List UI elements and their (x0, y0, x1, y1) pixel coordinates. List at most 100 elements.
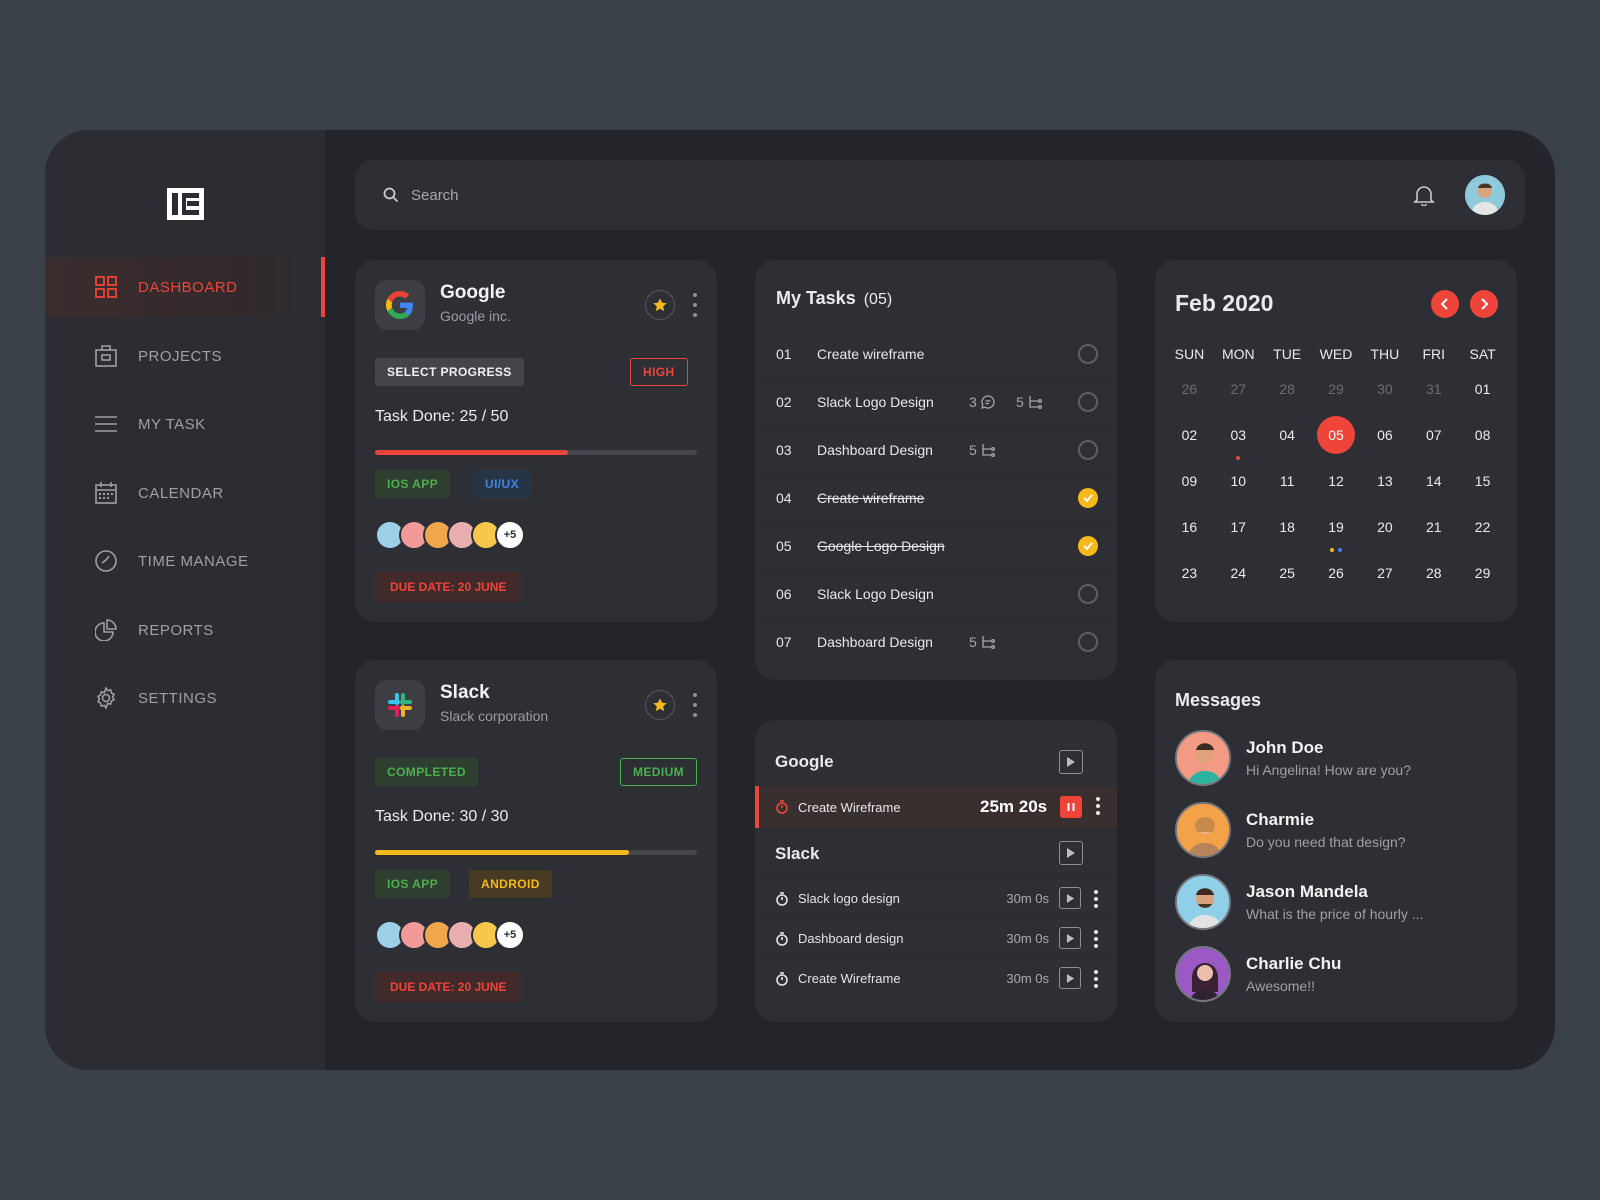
logo-mark (167, 188, 204, 220)
calendar-prev-button[interactable] (1431, 290, 1459, 318)
task-checkbox-checked[interactable] (1078, 487, 1098, 508)
calendar-day[interactable]: 29 (1312, 370, 1361, 408)
task-checkbox[interactable] (1078, 632, 1098, 652)
calendar-day[interactable]: 16 (1165, 508, 1214, 546)
more-options-icon[interactable] (1093, 890, 1099, 908)
calendar-day-with-event[interactable]: 03 (1214, 416, 1263, 460)
more-members-badge[interactable]: +5 (495, 520, 525, 550)
task-checkbox[interactable] (1078, 439, 1098, 460)
task-row[interactable]: 05 Google Logo Design (755, 522, 1117, 570)
sidebar-item-reports[interactable]: REPORTS (45, 600, 325, 660)
timer-icon (776, 892, 788, 906)
calendar-day[interactable]: 13 (1360, 462, 1409, 500)
calendar-day[interactable]: 22 (1458, 508, 1507, 546)
task-number: 03 (776, 441, 792, 458)
calendar-day[interactable]: 12 (1312, 462, 1361, 500)
task-row[interactable]: 02 Slack Logo Design 3 5 (755, 378, 1117, 426)
more-members-badge[interactable]: +5 (495, 920, 525, 950)
calendar-day[interactable]: 01 (1458, 370, 1507, 408)
sidebar-item-dashboard[interactable]: DASHBOARD (45, 257, 325, 317)
task-row[interactable]: 06 Slack Logo Design (755, 570, 1117, 618)
time-entry-value: 30m 0s (1006, 971, 1049, 986)
google-g-icon (386, 291, 413, 319)
task-checkbox[interactable] (1078, 343, 1098, 364)
play-button[interactable] (1059, 750, 1083, 774)
calendar-day[interactable]: 30 (1360, 370, 1409, 408)
calendar-day[interactable]: 27 (1214, 370, 1263, 408)
calendar-day[interactable]: 04 (1263, 416, 1312, 454)
calendar-day[interactable]: 28 (1409, 554, 1458, 592)
clock-icon (95, 550, 117, 572)
time-entry-value: 30m 0s (1006, 891, 1049, 906)
play-button[interactable] (1059, 887, 1081, 909)
calendar-day[interactable]: 27 (1360, 554, 1409, 592)
calendar-day[interactable]: 10 (1214, 462, 1263, 500)
task-row[interactable]: 07 Dashboard Design 5 (755, 618, 1117, 666)
user-avatar[interactable] (1465, 175, 1505, 215)
play-button[interactable] (1059, 841, 1083, 865)
calendar-day[interactable]: 17 (1214, 508, 1263, 546)
time-entry-row[interactable]: Create Wireframe 30m 0s (755, 958, 1117, 998)
calendar-day[interactable]: 26 (1312, 554, 1361, 592)
time-entry-row[interactable]: Slack logo design 30m 0s (755, 878, 1117, 918)
task-checkbox[interactable] (1078, 583, 1098, 604)
more-options-icon[interactable] (692, 693, 698, 717)
message-item[interactable]: Charmie Do you need that design? (1175, 802, 1505, 862)
calendar-next-button[interactable] (1470, 290, 1498, 318)
calendar-day[interactable]: 15 (1458, 462, 1507, 500)
calendar-day[interactable]: 28 (1263, 370, 1312, 408)
calendar-day-today[interactable]: 05 (1312, 416, 1361, 454)
favorite-button[interactable] (645, 690, 675, 720)
calendar-day[interactable]: 25 (1263, 554, 1312, 592)
status-badge[interactable]: COMPLETED (375, 758, 478, 786)
sidebar-item-settings[interactable]: SETTINGS (45, 668, 325, 728)
calendar-day[interactable]: 23 (1165, 554, 1214, 592)
member-avatars[interactable]: +5 (375, 520, 525, 550)
calendar-day[interactable]: 29 (1458, 554, 1507, 592)
status-badge[interactable]: SELECT PROGRESS (375, 358, 524, 386)
sidebar-item-calendar[interactable]: CALENDAR (45, 463, 325, 523)
more-options-icon[interactable] (1093, 970, 1099, 988)
calendar-day[interactable]: 06 (1360, 416, 1409, 454)
task-checkbox-checked[interactable] (1078, 535, 1098, 556)
more-options-icon[interactable] (692, 293, 698, 317)
chevron-right-icon (1481, 298, 1489, 310)
task-row[interactable]: 01 Create wireframe (755, 330, 1117, 378)
calendar-day[interactable]: 09 (1165, 462, 1214, 500)
calendar-day[interactable]: 31 (1409, 370, 1458, 408)
calendar-day[interactable]: 11 (1263, 462, 1312, 500)
search-input[interactable] (411, 186, 1011, 204)
calendar-day[interactable]: 18 (1263, 508, 1312, 546)
play-button[interactable] (1059, 927, 1081, 949)
message-item[interactable]: John Doe Hi Angelina! How are you? (1175, 730, 1505, 790)
sidebar-item-my-task[interactable]: MY TASK (45, 394, 325, 454)
pause-button[interactable] (1060, 796, 1082, 818)
calendar-day[interactable]: 24 (1214, 554, 1263, 592)
more-options-icon[interactable] (1093, 930, 1099, 948)
calendar-day[interactable]: 26 (1165, 370, 1214, 408)
play-button[interactable] (1059, 967, 1081, 989)
more-options-icon[interactable] (1095, 797, 1101, 815)
calendar-day[interactable]: 02 (1165, 416, 1214, 454)
time-entry-row[interactable]: Dashboard design 30m 0s (755, 918, 1117, 958)
message-item[interactable]: Jason Mandela What is the price of hourl… (1175, 874, 1505, 934)
message-item[interactable]: Charlie Chu Awesome!! (1175, 946, 1505, 1006)
calendar-day[interactable]: 21 (1409, 508, 1458, 546)
search-icon (383, 187, 399, 203)
app-logo[interactable] (167, 188, 204, 220)
bell-icon[interactable] (1413, 184, 1435, 206)
sidebar-item-projects[interactable]: PROJECTS (45, 326, 325, 386)
calendar-day[interactable]: 14 (1409, 462, 1458, 500)
task-checkbox[interactable] (1078, 391, 1098, 412)
calendar-day-with-event[interactable]: 19 (1312, 508, 1361, 552)
member-avatars[interactable]: +5 (375, 920, 525, 950)
active-timer-row[interactable]: Create Wireframe 25m 20s (755, 786, 1117, 828)
task-row[interactable]: 04 Create wireframe (755, 474, 1117, 522)
calendar-day[interactable]: 20 (1360, 508, 1409, 546)
sidebar-item-time-manage[interactable]: TIME MANAGE (45, 531, 325, 591)
favorite-button[interactable] (645, 290, 675, 320)
task-row[interactable]: 03 Dashboard Design 5 (755, 426, 1117, 474)
task-done-text: Task Done: 25 / 50 (375, 408, 509, 425)
calendar-day[interactable]: 08 (1458, 416, 1507, 454)
calendar-day[interactable]: 07 (1409, 416, 1458, 454)
